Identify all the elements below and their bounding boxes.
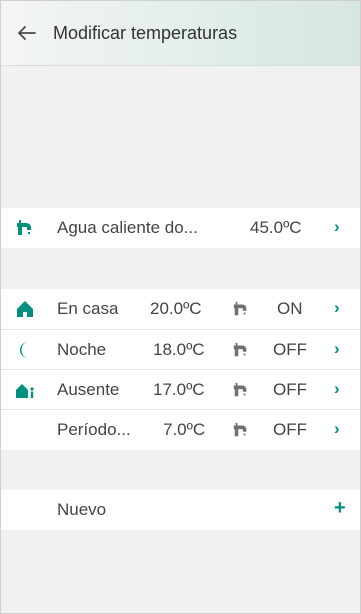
hot-water-row[interactable]: Agua caliente do... 45.0ºC › — [1, 208, 360, 248]
hot-water-label: Agua caliente do... — [57, 218, 198, 237]
away-icon — [16, 384, 34, 398]
plus-icon[interactable]: + — [334, 497, 346, 520]
new-mode-label: Nuevo — [57, 500, 107, 519]
back-button[interactable] — [1, 1, 53, 65]
mode-temperature: 7.0ºC — [163, 420, 206, 439]
mode-row-ausente[interactable]: Ausente 17.0ºC OFF › — [1, 369, 360, 410]
chevron-right-icon: › — [334, 339, 340, 358]
moon-icon — [20, 342, 28, 358]
app-header: Modificar temperaturas — [1, 1, 360, 66]
home-icon — [17, 301, 33, 317]
mode-temperature: 18.0ºC — [153, 340, 205, 359]
faucet-icon — [233, 382, 247, 397]
faucet-icon — [17, 220, 31, 235]
mode-label: Noche — [57, 340, 107, 359]
new-mode-row[interactable]: Nuevo + — [1, 490, 360, 530]
app-screen: Modificar temperaturas Agua caliente do.… — [0, 0, 361, 614]
chevron-right-icon: › — [334, 298, 340, 317]
chevron-right-icon: › — [334, 379, 340, 398]
mode-label: Período... — [57, 420, 131, 439]
faucet-icon — [233, 422, 247, 437]
mode-row-noche[interactable]: Noche 18.0ºC OFF › — [1, 329, 360, 370]
hot-water-state: OFF — [273, 420, 307, 439]
mode-temperature: 17.0ºC — [153, 380, 205, 399]
hot-water-value: 45.0ºC — [250, 218, 302, 237]
mode-row-en-casa[interactable]: En casa 20.0ºC ON › — [1, 289, 360, 329]
arrow-left-icon — [18, 26, 36, 40]
faucet-icon — [233, 301, 247, 316]
hot-water-state: ON — [277, 299, 303, 318]
hot-water-state: OFF — [273, 340, 307, 359]
chevron-right-icon: › — [334, 217, 340, 236]
faucet-icon — [233, 342, 247, 357]
hot-water-state: OFF — [273, 380, 307, 399]
chevron-right-icon: › — [334, 419, 340, 438]
page-title: Modificar temperaturas — [53, 22, 238, 43]
mode-row-periodo[interactable]: Período... 7.0ºC OFF › — [1, 409, 360, 450]
mode-temperature: 20.0ºC — [150, 299, 202, 318]
mode-label: En casa — [57, 299, 119, 318]
mode-label: Ausente — [57, 380, 120, 399]
